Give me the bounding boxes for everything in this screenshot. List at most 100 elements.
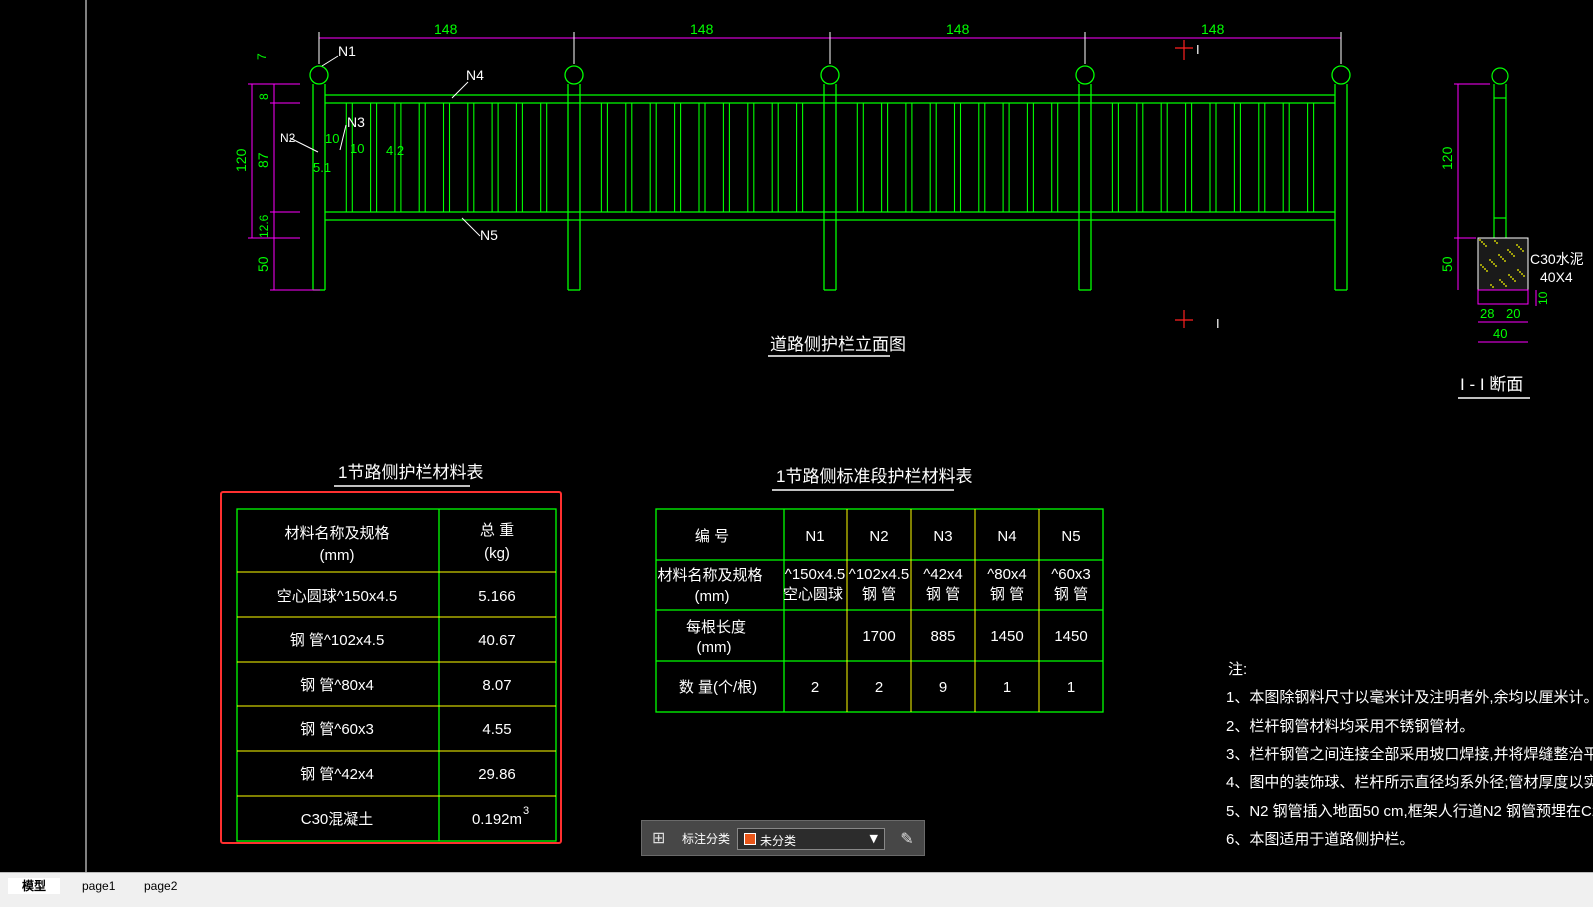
table1-row-name: C30混凝土 [301,811,374,828]
dim-8: 8 [257,93,271,100]
dim-12-6: 12.6 [257,214,271,238]
dim-7: 7 [255,53,269,60]
table2-col0-len: 每根长度 [686,619,746,636]
layout-tab-bar: 模型 page1 page2 [0,872,1593,907]
table1-row-name: 钢 管^60x3 [300,721,374,738]
section-dim-10: 10 [1536,291,1550,305]
section-dim-50: 50 [1439,256,1455,272]
table2-cell-spec1: ^60x3 [1051,566,1091,583]
note-item: 6、本图适用于道路侧护栏。 [1226,831,1414,848]
annotation-category-toolbar: ⊞ 标注分类 未分类 ▼ ✎ [641,820,925,856]
dim-87: 87 [255,152,271,168]
table1-sup: 3 [523,805,529,817]
section-dim-28: 28 [1480,306,1494,321]
table2-cell-spec2: 钢 管 [926,586,960,603]
table2-cell-qty: 2 [811,679,819,696]
annotation-category-select[interactable]: 未分类 ▼ [737,828,885,850]
table2-cell-spec1: ^42x4 [923,566,963,583]
table2-cell-len: 1700 [862,628,895,645]
table2-cell-spec2: 钢 管 [862,586,896,603]
table2-cell-id: N2 [869,528,888,545]
section-title: I - I 断面 [1460,375,1523,394]
table1-row-name: 钢 管^102x4.5 [290,632,385,649]
table1-row-value: 5.166 [478,588,516,605]
table1-row-value: 40.67 [478,632,516,649]
table2-col0-spec: 材料名称及规格 [657,567,762,584]
label-n4: N4 [466,67,484,83]
category-color-swatch [744,833,756,845]
label-n2: N2 [280,131,296,145]
table2-cell-qty: 9 [939,679,947,696]
tab-model[interactable]: 模型 [8,878,61,894]
grid-icon[interactable]: ⊞ [652,830,665,846]
section-size-label: 40X4 [1540,269,1573,285]
note-item: 3、栏杆钢管之间连接全部采用坡口焊接,并将焊缝整治平顺。 [1226,745,1593,763]
label-n1: N1 [338,43,356,59]
table2-cell-spec2: 空心圆球 [783,586,843,603]
table2-cell-len: 1450 [990,628,1023,645]
elevation-title: 道路侧护栏立面图 [770,335,906,354]
table2-cell-id: N4 [997,528,1016,545]
section-mark-bottom: I [1216,316,1220,331]
dim-5-1: 5.1 [313,160,331,175]
table2-cell-qty: 1 [1067,679,1075,696]
table2-cell-id: N3 [933,528,952,545]
table2-cell-spec2: 钢 管 [1054,586,1088,603]
table2-cell-len: 1450 [1054,628,1087,645]
table1-title: 1节路侧护栏材料表 [338,463,483,482]
cad-canvas[interactable]: 148 148 148 148 7 8 120 87 12.6 50 10 10… [0,0,1593,872]
section-mark-top: I [1196,42,1200,57]
note-item: 1、本图除钢料尺寸以毫米计及注明者外,余均以厘米计。 [1226,688,1593,706]
dim-50: 50 [255,256,271,272]
dim-148-3: 148 [946,21,970,37]
chevron-down-icon[interactable]: ▼ [870,832,878,845]
table2-cell-qty: 1 [1003,679,1011,696]
table2-cell-spec2: 钢 管 [990,586,1024,603]
label-n5: N5 [480,227,498,243]
selection-highlight[interactable] [220,491,562,844]
dim-148-4: 148 [1201,21,1225,37]
section-dim-40: 40 [1493,326,1507,341]
table2-cell-id: N1 [805,528,824,545]
table1-row-name: 钢 管^42x4 [300,766,374,783]
note-item: 2、栏杆钢管材料均采用不锈钢管材。 [1226,718,1474,735]
table1-header-weight-unit: (kg) [484,545,510,562]
railing-elevation [248,32,1351,357]
edit-icon[interactable]: ✎ [896,828,918,850]
table1-row-value: 29.86 [478,766,516,783]
annotation-category-value: 未分类 [760,834,797,848]
label-n3: N3 [347,114,365,130]
table1-row-value: 4.55 [482,721,511,738]
table1-row-value: 0.192m [472,811,522,828]
table2-title: 1节路侧标准段护栏材料表 [776,467,972,486]
table2-cell-spec1: ^102x4.5 [849,566,909,583]
dim-10b: 10 [350,141,364,156]
note-item: 4、图中的装饰球、栏杆所示直径均系外径;管材厚度以实际施工为准 [1226,774,1593,791]
note-item: 5、N2 钢管插入地面50 cm,框架人行道N2 钢管预埋在C25 混凝土 [1226,803,1593,820]
table2-col0-id: 编 号 [695,528,729,545]
section-view [1454,67,1537,399]
dim-148-1: 148 [434,21,458,37]
table1-row-name: 空心圆球^150x4.5 [277,588,397,605]
table1-header-weight: 总 重 [480,522,514,539]
table2-cell-len: 885 [930,628,955,645]
table1-row-name: 钢 管^80x4 [300,677,374,694]
table2-cell-qty: 2 [875,679,883,696]
table2-cell-spec1: ^80x4 [987,566,1027,583]
section-dim-120: 120 [1439,146,1455,170]
annotation-category-label: 标注分类 [682,832,731,846]
table2-cell-id: N5 [1061,528,1080,545]
dim-120: 120 [233,148,249,172]
tab-page1[interactable]: page1 [68,878,129,894]
tab-page2[interactable]: page2 [130,878,191,894]
section-concrete-label: C30水泥 [1530,251,1584,267]
dim-10a: 10 [325,131,339,146]
dim-148-2: 148 [690,21,714,37]
table1-header-name: 材料名称及规格 [284,525,389,542]
notes-title: 注: [1228,661,1247,678]
table1-header-name-unit: (mm) [320,547,355,564]
table1-row-value: 8.07 [482,677,511,694]
table2-col0-qty: 数 量(个/根) [679,679,757,696]
dim-4-2: 4.2 [386,143,404,158]
table2-cell-spec1: ^150x4.5 [785,566,845,583]
